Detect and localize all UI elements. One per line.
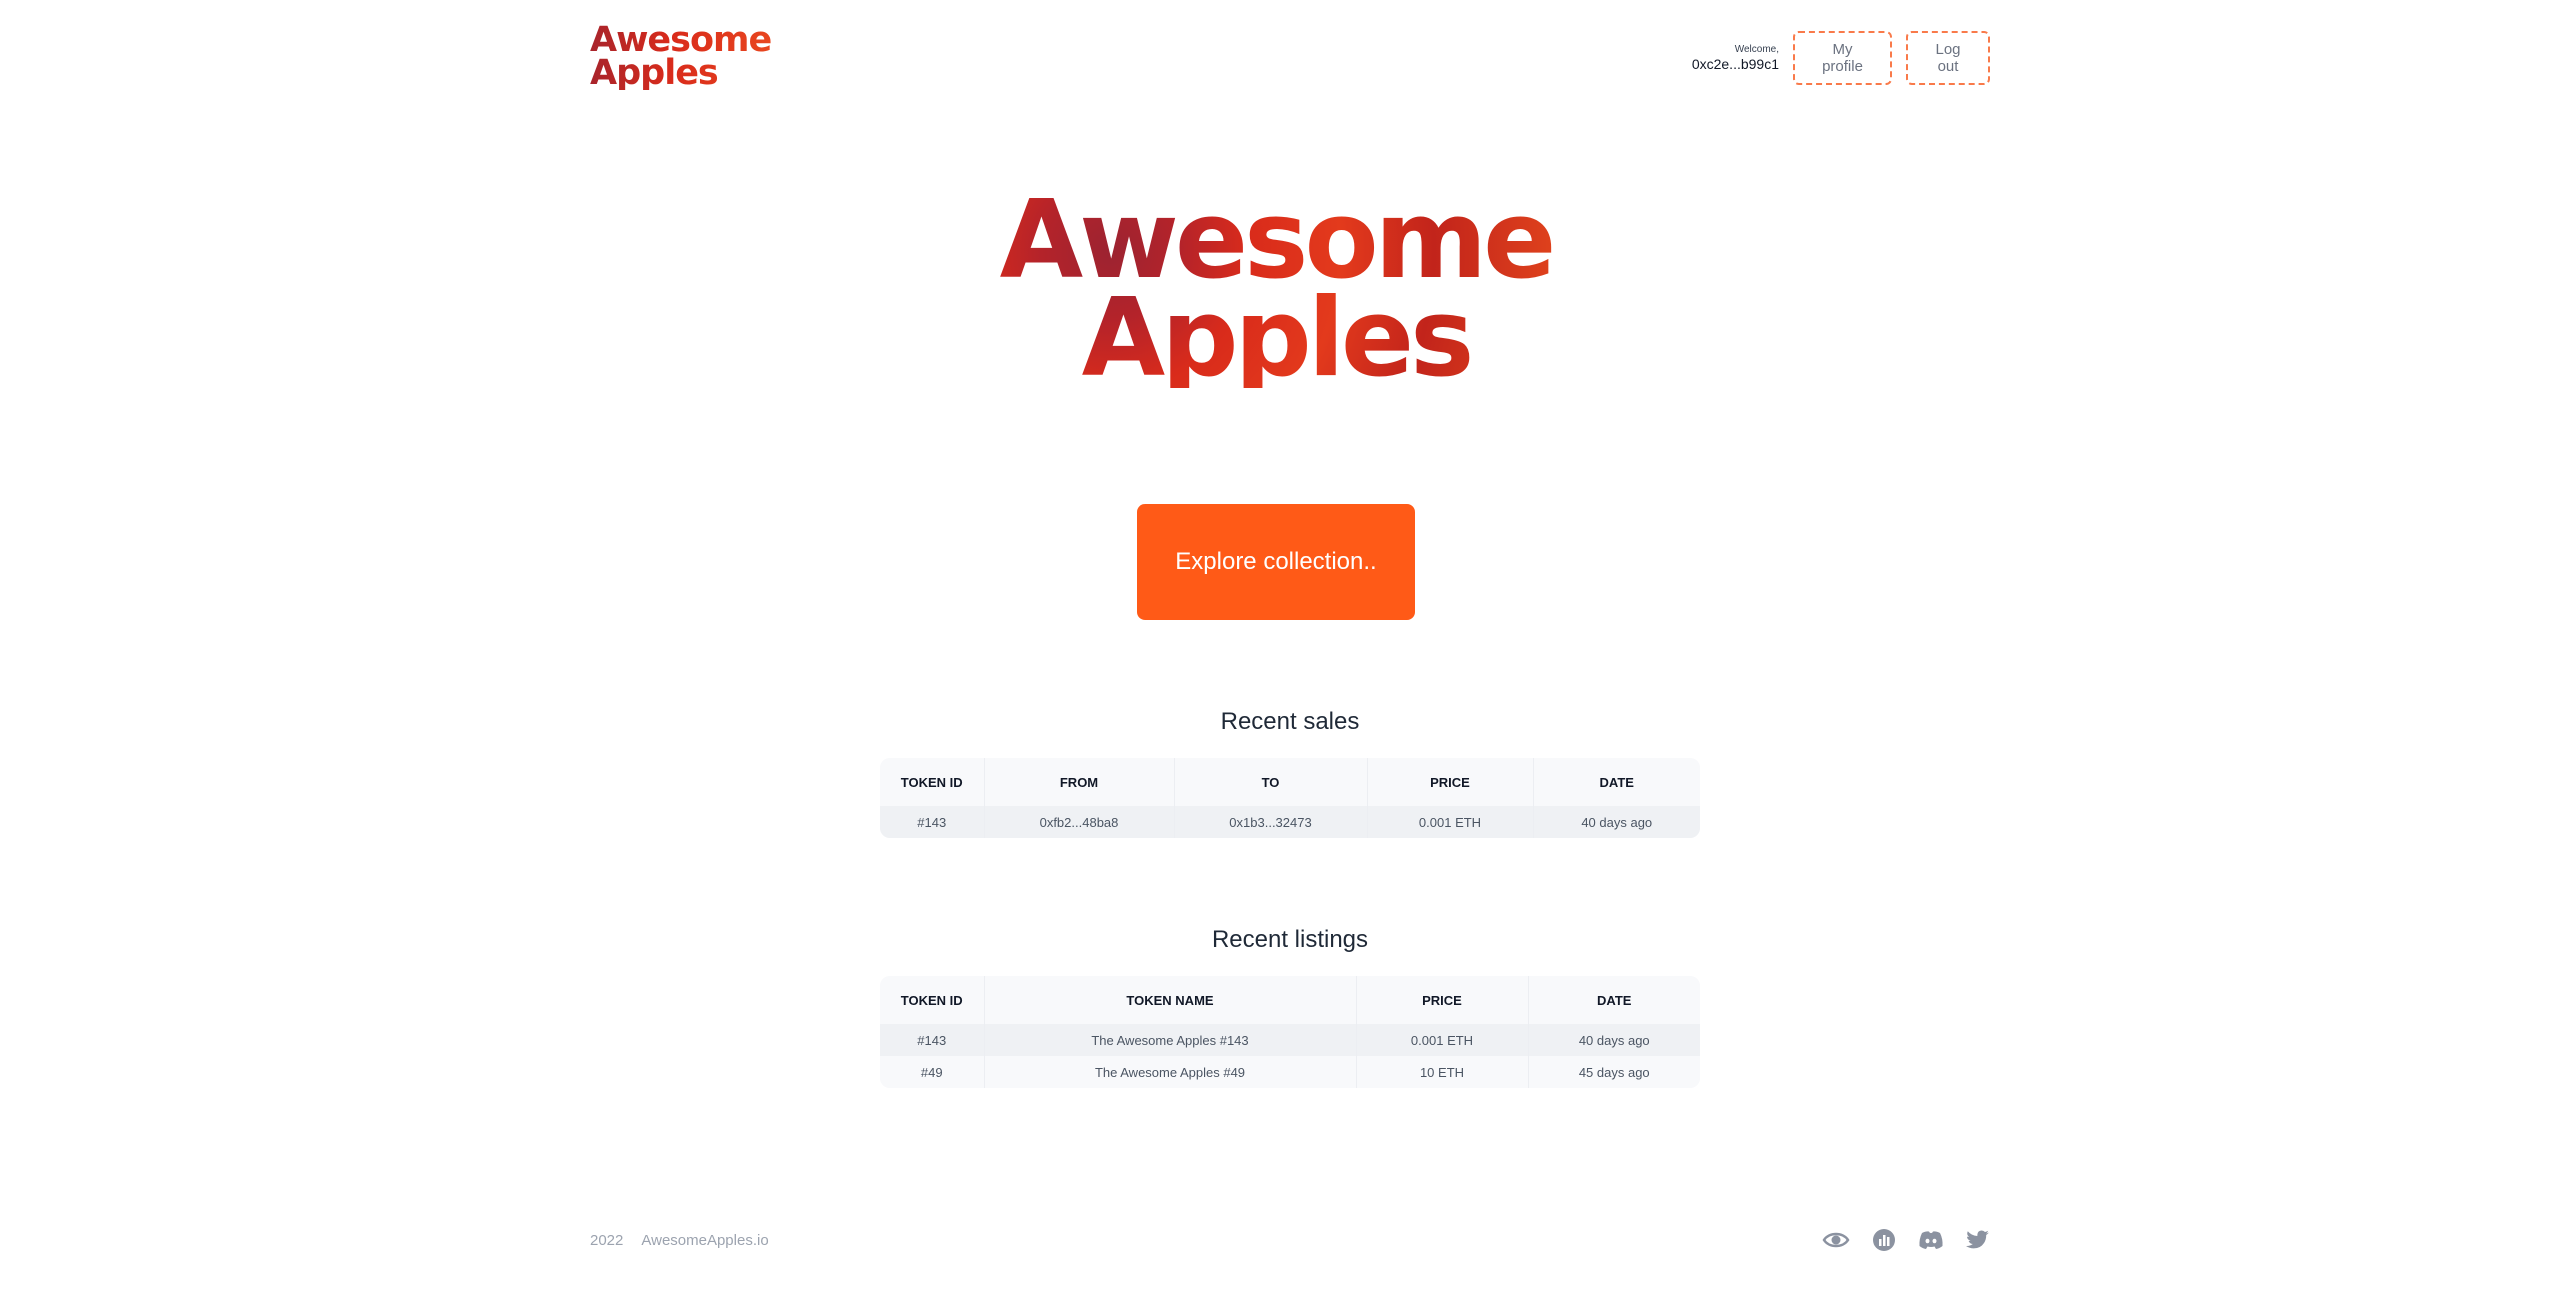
eye-icon[interactable]: [1822, 1229, 1850, 1251]
header: Awesome Apples Welcome, 0xc2e...b99c1 My…: [590, 22, 1990, 92]
recent-listings-table: TOKEN ID TOKEN NAME PRICE DATE #143 The …: [880, 976, 1700, 1088]
to-cell: 0x1b3...32473: [1174, 806, 1368, 838]
column-header: PRICE: [1356, 976, 1529, 1024]
recent-listings-title: Recent listings: [1211, 926, 1369, 953]
cta-wrapper: Explore collection..: [0, 504, 2552, 620]
hero-title: Awesome Apples: [1000, 192, 1553, 388]
footer-site-link[interactable]: AwesomeApples.io: [641, 1232, 768, 1249]
table-header-row: TOKEN ID TOKEN NAME PRICE DATE: [880, 976, 1700, 1024]
header-actions: Welcome, 0xc2e...b99c1 My profile Log ou…: [1692, 31, 1990, 85]
wallet-address: 0xc2e...b99c1: [1691, 55, 1779, 72]
explore-collection-button[interactable]: Explore collection..: [1137, 504, 1415, 620]
footer: 2022 AwesomeApples.io: [590, 1229, 1990, 1262]
social-links: [1822, 1228, 1990, 1252]
token-name-cell: The Awesome Apples #49: [984, 1056, 1357, 1088]
table-row[interactable]: #143 The Awesome Apples #143 0.001 ETH 4…: [880, 1024, 1700, 1056]
twitter-icon[interactable]: [1966, 1230, 1990, 1250]
logo-line-2: Apples: [590, 53, 718, 93]
hero: Awesome Apples: [0, 192, 2552, 388]
column-header: PRICE: [1367, 758, 1534, 806]
column-header: TOKEN ID: [880, 976, 985, 1024]
logo[interactable]: Awesome Apples: [590, 24, 771, 90]
column-header: DATE: [1528, 976, 1700, 1024]
discord-icon[interactable]: [1918, 1230, 1944, 1250]
column-header: FROM: [984, 758, 1175, 806]
welcome-label: Welcome,: [1734, 43, 1779, 55]
token-name-cell: The Awesome Apples #143: [984, 1024, 1357, 1056]
price-cell: 0.001 ETH: [1356, 1024, 1529, 1056]
footer-text: 2022 AwesomeApples.io: [590, 1232, 769, 1249]
footer-year: 2022: [590, 1232, 624, 1249]
price-cell: 0.001 ETH: [1367, 806, 1534, 838]
welcome-block: Welcome, 0xc2e...b99c1: [1692, 44, 1779, 73]
hero-title-line-2: Apples: [1081, 276, 1471, 401]
from-cell: 0xfb2...48ba8: [984, 806, 1175, 838]
date-cell: 40 days ago: [1528, 1024, 1700, 1056]
column-header: TO: [1174, 758, 1368, 806]
chart-icon[interactable]: [1872, 1228, 1896, 1252]
date-cell: 45 days ago: [1528, 1056, 1700, 1088]
table-row[interactable]: #143 0xfb2...48ba8 0x1b3...32473 0.001 E…: [880, 806, 1700, 838]
token-id-cell: #143: [880, 1024, 985, 1056]
logout-button[interactable]: Log out: [1906, 31, 1990, 85]
column-header: TOKEN NAME: [984, 976, 1357, 1024]
table-header-row: TOKEN ID FROM TO PRICE DATE: [880, 758, 1700, 806]
recent-sales-section: Recent sales TOKEN ID FROM TO PRICE DATE…: [880, 708, 1700, 838]
column-header: TOKEN ID: [880, 758, 985, 806]
date-cell: 40 days ago: [1533, 806, 1700, 838]
my-profile-button[interactable]: My profile: [1793, 31, 1892, 85]
token-id-cell: #49: [880, 1056, 985, 1088]
recent-listings-section: Recent listings TOKEN ID TOKEN NAME PRIC…: [880, 926, 1700, 1088]
price-cell: 10 ETH: [1356, 1056, 1529, 1088]
column-header: DATE: [1533, 758, 1700, 806]
token-id-cell: #143: [880, 806, 985, 838]
recent-sales-title: Recent sales: [1220, 708, 1360, 735]
table-row[interactable]: #49 The Awesome Apples #49 10 ETH 45 day…: [880, 1056, 1700, 1088]
recent-sales-table: TOKEN ID FROM TO PRICE DATE #143 0xfb2..…: [880, 758, 1700, 838]
